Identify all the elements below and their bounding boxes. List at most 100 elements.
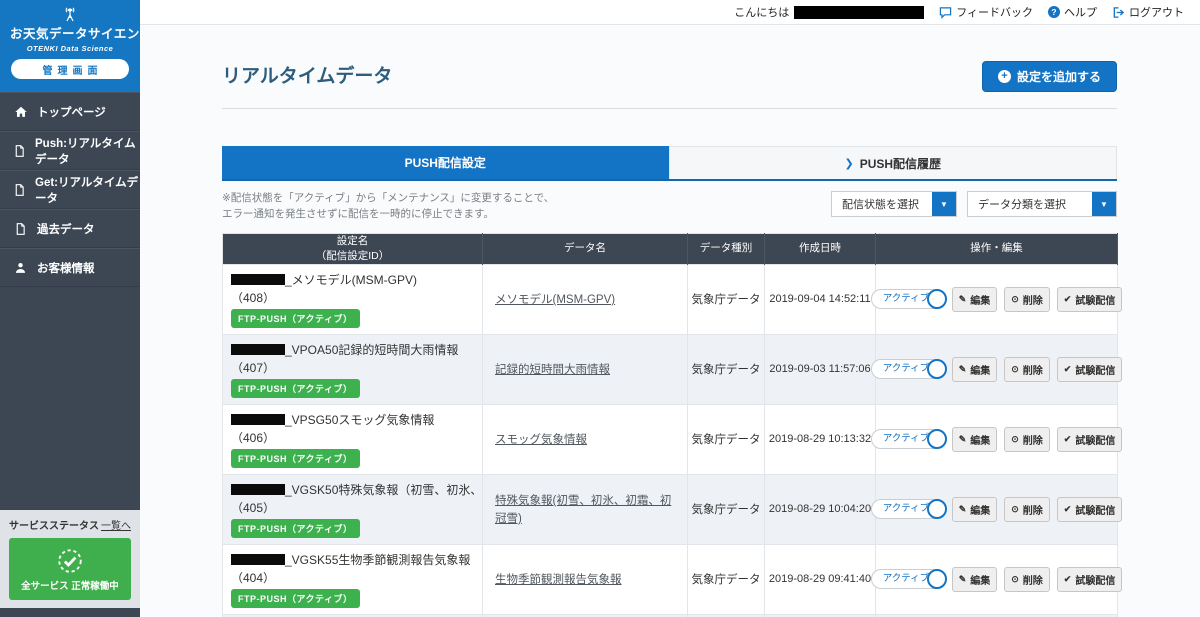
data-name-link[interactable]: 生物季節観測報告気象報 (495, 574, 622, 586)
content: リアルタイムデータ + 設定を追加する PUSH配信設定 ❯ PUSH配信履歴 … (222, 25, 1117, 617)
delete-circle-icon: ⊙ (1011, 294, 1019, 305)
status-note: ※配信状態を「アクティブ」から「メンテナンス」に変更することで、 エラー通知を発… (222, 191, 554, 223)
service-status-title: サービスステータス (9, 517, 99, 532)
delivery-status-select[interactable]: 配信状態を選択 ▼ (831, 191, 957, 217)
settings-name-cell: _VPOA50記録的短時間大雨情報 （407） FTP-PUSH（アクティブ） (223, 334, 483, 404)
sidebar-item-label: お客様情報 (37, 260, 95, 276)
toggle-knob[interactable] (927, 289, 947, 309)
service-status-list-link[interactable]: 一覧へ (101, 517, 131, 532)
data-name-link[interactable]: 特殊気象報(初雪、初氷、初霜、初冠雪) (495, 495, 671, 525)
settings-name-cell: _VPSG50スモッグ気象情報 （406） FTP-PUSH（アクティブ） (223, 404, 483, 474)
tab-push-settings[interactable]: PUSH配信設定 (222, 146, 669, 179)
sidebar-item-customer-info[interactable]: お客様情報 (0, 248, 140, 287)
delivery-status-badge: FTP-PUSH（アクティブ） (231, 379, 360, 398)
actions-cell: アクティブ ✎ 編集 ⊙ 削除 ✔ 試験配信 (876, 474, 1118, 544)
edit-label: 編集 (970, 432, 990, 447)
test-delivery-button[interactable]: ✔ 試験配信 (1057, 287, 1123, 312)
setting-name: _VPSG50スモッグ気象情報 (285, 411, 434, 428)
edit-button[interactable]: ✎ 編集 (952, 567, 998, 592)
logout-icon (1112, 6, 1125, 19)
delete-circle-icon: ⊙ (1011, 364, 1019, 375)
edit-button[interactable]: ✎ 編集 (952, 357, 998, 382)
delivery-status-badge: FTP-PUSH（アクティブ） (231, 309, 360, 328)
sidebar-bottom-strip (0, 608, 140, 617)
service-status-message: 全サービス 正常稼働中 (21, 578, 119, 592)
actions-cell: アクティブ ✎ 編集 ⊙ 削除 ✔ 試験配信 (876, 404, 1118, 474)
toggle-knob[interactable] (927, 429, 947, 449)
actions-cell: アクティブ ✎ 編集 ⊙ 削除 ✔ 試験配信 (876, 334, 1118, 404)
table-row: _メソモデル(MSM-GPV) （408） FTP-PUSH（アクティブ） メソ… (223, 264, 1118, 334)
topbar: こんにちは フィードバック ? ヘルプ ログアウト (140, 0, 1200, 25)
edit-button[interactable]: ✎ 編集 (952, 287, 998, 312)
test-delivery-button[interactable]: ✔ 試験配信 (1057, 497, 1123, 522)
logo-block[interactable]: お天気データサイエンス OTENKI Data Science 管理画面 (0, 0, 140, 92)
test-delivery-button[interactable]: ✔ 試験配信 (1057, 567, 1123, 592)
data-type-cell: 気象庁データ (688, 334, 765, 404)
pencil-icon: ✎ (959, 574, 967, 585)
test-delivery-button[interactable]: ✔ 試験配信 (1057, 427, 1123, 452)
sidebar-item-label: 過去データ (37, 221, 95, 237)
redacted-customer-prefix (231, 274, 285, 285)
test-delivery-button[interactable]: ✔ 試験配信 (1057, 357, 1123, 382)
delete-button[interactable]: ⊙ 削除 (1004, 287, 1050, 312)
test-delivery-label: 試験配信 (1075, 502, 1115, 517)
feedback-link[interactable]: フィードバック (939, 4, 1033, 20)
sidebar: お天気データサイエンス OTENKI Data Science 管理画面 トップ… (0, 0, 140, 617)
edit-button[interactable]: ✎ 編集 (952, 497, 998, 522)
add-setting-button[interactable]: + 設定を追加する (982, 61, 1117, 92)
edit-label: 編集 (970, 292, 990, 307)
delete-button[interactable]: ⊙ 削除 (1004, 427, 1050, 452)
tab-push-history[interactable]: ❯ PUSH配信履歴 (669, 146, 1118, 179)
push-settings-table: 設定名 （配信設定ID） データ名 データ種別 作成日時 操作・編集 _メソモデ… (222, 233, 1118, 617)
filters: 配信状態を選択 ▼ データ分類を選択 ▼ (831, 191, 1117, 217)
logout-link[interactable]: ログアウト (1112, 4, 1184, 20)
delete-button[interactable]: ⊙ 削除 (1004, 567, 1050, 592)
document-icon (13, 144, 26, 158)
sidebar-item-label: Get:リアルタイムデータ (35, 174, 140, 206)
delivery-status-badge: FTP-PUSH（アクティブ） (231, 449, 360, 468)
note-line-2: エラー通知を発生させずに配信を一時的に停止できます。 (222, 207, 554, 223)
active-toggle[interactable]: アクティブ (871, 289, 945, 309)
active-toggle[interactable]: アクティブ (871, 359, 945, 379)
data-name-cell: 記録的短時間大雨情報 (483, 334, 688, 404)
sidebar-item-push-realtime[interactable]: Push:リアルタイムデータ (0, 131, 140, 170)
sidebar-item-top-page[interactable]: トップページ (0, 92, 140, 131)
home-icon (13, 105, 28, 119)
data-type-cell: 気象庁データ (688, 404, 765, 474)
settings-name-cell: _VGSK50特殊気象報（初雪、初氷、初霜、初冠雪） （405） FTP-PUS… (223, 474, 483, 544)
help-link[interactable]: ? ヘルプ (1048, 4, 1097, 20)
toggle-knob[interactable] (927, 569, 947, 589)
active-toggle[interactable]: アクティブ (871, 429, 945, 449)
delete-button[interactable]: ⊙ 削除 (1004, 497, 1050, 522)
delivery-status-value: 配信状態を選択 (832, 192, 932, 216)
toggle-knob[interactable] (927, 359, 947, 379)
active-toggle[interactable]: アクティブ (871, 499, 945, 519)
data-name-link[interactable]: スモッグ気象情報 (495, 434, 587, 446)
delete-button[interactable]: ⊙ 削除 (1004, 357, 1050, 382)
data-name-cell: 特殊気象報(初雪、初氷、初霜、初冠雪) (483, 474, 688, 544)
data-name-link[interactable]: 記録的短時間大雨情報 (495, 364, 610, 376)
feedback-label: フィードバック (956, 4, 1033, 20)
active-toggle[interactable]: アクティブ (871, 569, 945, 589)
service-status-box[interactable]: 全サービス 正常稼働中 (9, 538, 131, 600)
created-cell: 2019-08-29 09:41:40 (765, 544, 876, 614)
table-body: _メソモデル(MSM-GPV) （408） FTP-PUSH（アクティブ） メソ… (223, 264, 1118, 617)
toggle-knob[interactable] (927, 499, 947, 519)
created-cell: 2019-09-03 11:57:06 (765, 334, 876, 404)
sidebar-item-get-realtime[interactable]: Get:リアルタイムデータ (0, 170, 140, 209)
data-name-cell: メソモデル(MSM-GPV) (483, 264, 688, 334)
delete-circle-icon: ⊙ (1011, 434, 1019, 445)
delete-label: 削除 (1023, 362, 1043, 377)
data-name-cell: 生物季節観測報告気象報 (483, 544, 688, 614)
sidebar-item-past-data[interactable]: 過去データ (0, 209, 140, 248)
data-name-link[interactable]: メソモデル(MSM-GPV) (495, 294, 615, 306)
edit-button[interactable]: ✎ 編集 (952, 427, 998, 452)
caret-down-icon: ▼ (1092, 192, 1116, 216)
delivery-status-badge: FTP-PUSH（アクティブ） (231, 589, 360, 608)
title-row: リアルタイムデータ + 設定を追加する (222, 25, 1117, 109)
check-icon: ✔ (1064, 364, 1072, 375)
delete-label: 削除 (1023, 502, 1043, 517)
setting-id: （405） (231, 499, 474, 516)
table-row: _VGSK50特殊気象報（初雪、初氷、初霜、初冠雪） （405） FTP-PUS… (223, 474, 1118, 544)
data-category-select[interactable]: データ分類を選択 ▼ (967, 191, 1117, 217)
